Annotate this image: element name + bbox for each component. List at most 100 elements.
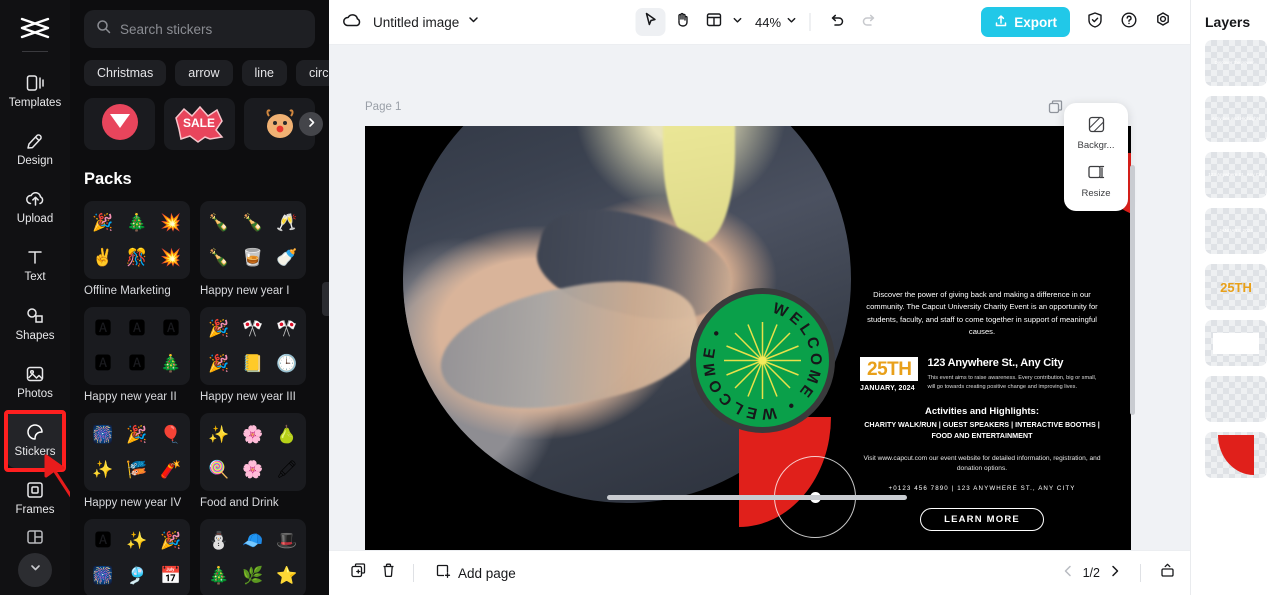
chevron-down-icon[interactable] (785, 13, 797, 31)
sidebar-item-photos[interactable]: Photos (6, 353, 64, 409)
layer-day-number[interactable]: 25TH (1205, 264, 1267, 310)
layer-date-text[interactable]: JANUARY, 2024 (1205, 208, 1267, 254)
cursor-select-tool[interactable] (634, 8, 665, 36)
sticker-emoji: 🧨 (160, 460, 182, 479)
pack-item[interactable]: 🍾 🍾 🥂 🍾 🥃 🍼 Happy new year I (200, 201, 306, 297)
search-input[interactable]: Search stickers (84, 10, 315, 48)
duplicate-button[interactable] (343, 559, 373, 587)
pack-item[interactable]: ⛄ 🧢 🎩 🎄 🌿 ⭐ (200, 519, 306, 595)
sticker-emoji: 🎄 (126, 213, 148, 232)
sidebar-item-stickers[interactable]: Stickers (6, 411, 64, 468)
activities-list[interactable]: CHARITY WALK/RUN | GUEST SPEAKERS | INTE… (860, 420, 1104, 441)
visit-text[interactable]: Visit www.capcut.com our event website f… (860, 454, 1104, 474)
hand-pan-tool[interactable] (667, 8, 697, 36)
chevron-down-icon (29, 561, 42, 579)
sidebar-item-text[interactable]: Text (6, 237, 64, 293)
sidebar-item-templates[interactable]: Templates (6, 62, 64, 118)
sidebar-item-design[interactable]: Design (6, 120, 64, 176)
sticker-emoji: 🍭 (208, 460, 230, 479)
undo-button[interactable] (822, 8, 852, 36)
shield-check-button[interactable] (1080, 8, 1110, 36)
date-badge-group[interactable]: 25TH JANUARY, 2024 (860, 357, 919, 392)
canvas-area[interactable]: Page 1 WELCOME • WELCOME • Discover the … (329, 45, 1190, 550)
sidebar-item-upload[interactable]: Upload (6, 178, 64, 234)
layer-white-box[interactable] (1205, 320, 1267, 366)
background-tool[interactable]: Backgr... (1078, 113, 1114, 155)
stickers-icon (25, 421, 45, 443)
sticker-emoji: 🎌 (242, 319, 264, 338)
delete-button[interactable] (373, 559, 403, 587)
panels-icon[interactable] (26, 528, 44, 551)
layer-address-text[interactable]: 123 Anywhere St., Any City (1205, 152, 1267, 198)
pack-thumbnail: 🎉 🎄 💥 ✌ 🎊 💥 (84, 201, 190, 279)
redo-button[interactable] (854, 8, 884, 36)
chevron-down-icon[interactable] (731, 13, 743, 31)
canvas-horizontal-scrollbar[interactable] (607, 495, 907, 500)
sticker-emoji: 🎉 (208, 319, 230, 338)
address-subtext: This event aims to raise awareness. Ever… (927, 375, 1097, 390)
capcut-logo-icon[interactable] (14, 12, 56, 45)
search-placeholder: Search stickers (120, 21, 213, 37)
zoom-level[interactable]: 44% (755, 15, 781, 30)
document-title[interactable]: Untitled image (373, 15, 459, 30)
sticker-emoji: 🍐 (276, 425, 298, 444)
learn-more-button[interactable]: LEARN MORE (920, 507, 1044, 531)
sticker-emoji: 🌸 (242, 460, 264, 479)
cursor-select-icon (641, 11, 658, 33)
address-group[interactable]: 123 Anywhere St., Any City This event ai… (927, 357, 1104, 391)
present-button[interactable] (1159, 562, 1176, 584)
design-artboard[interactable]: WELCOME • WELCOME • Discover the power o… (365, 126, 1131, 550)
help-button[interactable] (1114, 8, 1144, 36)
featured-next-button[interactable] (299, 112, 323, 136)
layer-description-text[interactable]: Discover the power... (1205, 40, 1267, 86)
design-icon (25, 130, 45, 152)
pack-item[interactable]: 🎆 🎉 🎈 ✨ 🎏 🧨 Happy new year IV (84, 413, 190, 509)
add-page-button[interactable]: Add page (434, 563, 516, 583)
panel-collapse-handle[interactable] (322, 282, 329, 316)
sticker-emoji: 🥃 (242, 248, 264, 267)
text-icon (25, 246, 45, 268)
activities-title[interactable]: Activities and Highlights: (860, 406, 1104, 417)
pack-label: Happy new year II (84, 391, 177, 403)
duplicate-page-button[interactable] (1048, 100, 1063, 120)
layers-title: Layers (1205, 14, 1251, 30)
heart-sticker[interactable] (84, 98, 155, 150)
layout-tool[interactable] (699, 8, 729, 36)
cloud-sync-icon[interactable] (341, 9, 363, 36)
layer-thumbnail-text: 25TH (1220, 279, 1252, 295)
packs-grid: 🎉 🎄 💥 ✌ 🎊 💥 Offline Marketing 🍾 🍾 🥂 🍾 🥃 (84, 201, 315, 595)
prev-page-button[interactable] (1061, 564, 1075, 583)
export-button[interactable]: Export (981, 7, 1070, 37)
sidebar-item-frames[interactable]: Frames (6, 470, 64, 526)
chevron-down-icon[interactable] (467, 13, 480, 31)
contact-line[interactable]: +0123 456 7890 | 123 ANYWHERE ST., ANY C… (860, 485, 1104, 492)
sidebar-item-shapes[interactable]: Shapes (6, 295, 64, 351)
pack-item[interactable]: 🎉 🎌 🎌 🎉 📒 🕒 Happy new year III (200, 307, 306, 403)
layer-activities-text[interactable]: Activities and Highlights (1205, 96, 1267, 142)
export-label: Export (1014, 14, 1057, 30)
pack-thumbnail: 🎉 🎌 🎌 🎉 📒 🕒 (200, 307, 306, 385)
rail-expand-button[interactable] (18, 553, 52, 587)
sticker-emoji: 🍼 (276, 248, 298, 267)
sticker-emoji: 🥂 (276, 213, 298, 232)
next-page-button[interactable] (1108, 564, 1122, 583)
pack-item[interactable]: 🅰 ✨ 🎉 🎆 🎐 📅 (84, 519, 190, 595)
pack-item[interactable]: 🎉 🎄 💥 ✌ 🎊 💥 Offline Marketing (84, 201, 190, 297)
event-description[interactable]: Discover the power of giving back and ma… (860, 289, 1104, 338)
chip-arrow[interactable]: arrow (175, 60, 233, 86)
layer-red-shape[interactable] (1205, 432, 1267, 478)
resize-tool[interactable]: Resize (1081, 161, 1111, 203)
keyword-chip-row: Christmas arrow line circ (84, 60, 329, 86)
chip-circle[interactable]: circ (296, 60, 329, 86)
canvas-vertical-scrollbar[interactable] (1130, 165, 1135, 415)
welcome-seal-badge[interactable]: WELCOME • WELCOME • (690, 288, 835, 433)
pack-item[interactable]: 🅰 🅰 🅰 🅰 🅰 🎄 Happy new year II (84, 307, 190, 403)
sale-sticker[interactable]: SALE (164, 98, 235, 150)
layer-empty[interactable] (1205, 376, 1267, 422)
chip-line[interactable]: line (241, 60, 287, 86)
sticker-emoji: ⭐ (276, 566, 298, 585)
chip-christmas[interactable]: Christmas (84, 60, 167, 86)
pack-item[interactable]: ✨ 🌸 🍐 🍭 🌸 🖍 Food and Drink (200, 413, 306, 509)
settings-button[interactable] (1148, 8, 1178, 36)
gear-icon (1154, 11, 1172, 34)
